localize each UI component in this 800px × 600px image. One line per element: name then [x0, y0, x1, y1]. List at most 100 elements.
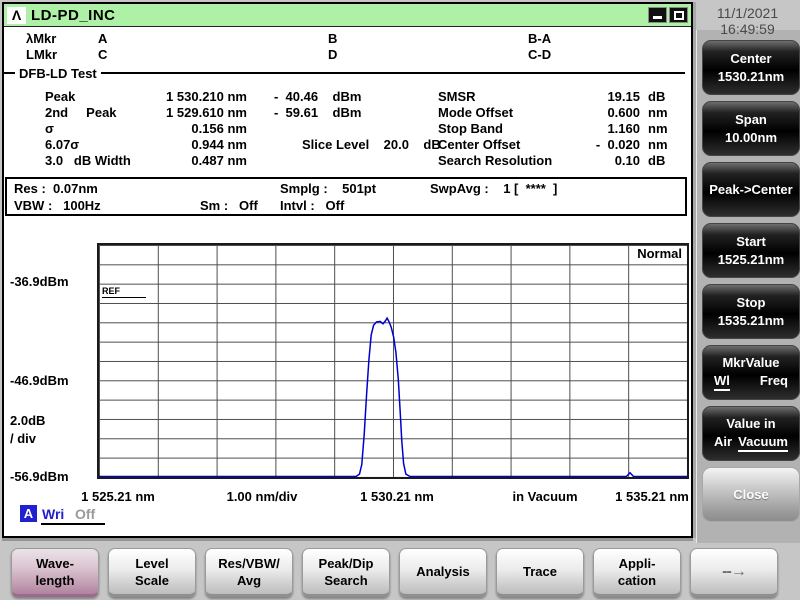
softkey-close[interactable]: Close: [702, 467, 800, 522]
marker-b-a-label: B-A: [528, 31, 552, 46]
y-axis-label-bottom: -56.9dBm: [10, 469, 69, 484]
result-row: SMSR 19.15 dB: [438, 89, 668, 105]
main-display-panel: Λ LD-PD_INC λMkr A B B-A LMkr C D C-D DF…: [2, 2, 693, 538]
fkey-application[interactable]: Appli- cation: [593, 548, 681, 597]
softkey-value: 1530.21nm: [717, 69, 785, 84]
fkey-res-vbw-avg[interactable]: Res/VBW/ Avg: [205, 548, 293, 597]
fkey-label: Avg: [236, 572, 262, 588]
analysis-results-left: Peak 1 530.210 nm - 40.46 dBm 2nd Peak 1 52…: [45, 89, 441, 169]
result-label: 6.07σ: [45, 137, 80, 152]
softkey-value: 10.00nm: [724, 130, 778, 145]
minimize-button[interactable]: [648, 7, 667, 23]
fkey-wavelength[interactable]: Wave- length: [11, 548, 99, 597]
result-label: Mode Offset: [438, 105, 514, 120]
softkey-label: Close: [733, 487, 769, 502]
result-label: Peak: [45, 89, 76, 104]
result-row: 3.0 dB Width 0.487 nm: [45, 153, 441, 169]
softkey-peak-to-center[interactable]: Peak->Center: [702, 162, 800, 217]
fkey-more-pages[interactable]: --→: [690, 542, 784, 597]
result-unit: dB: [648, 89, 666, 104]
option-wavelength[interactable]: Wl: [714, 373, 730, 391]
maximize-button[interactable]: [669, 7, 688, 23]
marker-d-label: D: [328, 47, 338, 62]
analysis-title: DFB-LD Test: [19, 65, 97, 81]
result-label: Stop Band: [438, 121, 503, 136]
result-label: 2nd Peak: [45, 105, 117, 120]
minimize-icon: [653, 16, 662, 19]
analysis-results-right: SMSR 19.15 dB Mode Offset 0.600 nm Stop Band…: [438, 89, 668, 169]
softkey-label: Span: [735, 112, 767, 127]
fkey-label: Level: [135, 555, 169, 571]
option-frequency[interactable]: Freq: [760, 373, 788, 391]
x-axis-center-label: 1 530.21 nm: [360, 489, 434, 504]
spectrum-plot-area: Normal REF: [97, 243, 689, 479]
result-row: Stop Band 1.160 nm: [438, 121, 668, 137]
result-extra: - 59.61 dBm: [274, 105, 362, 120]
result-label: 3.0 dB Width: [45, 153, 131, 168]
trace-a-badge[interactable]: A: [20, 505, 37, 522]
softkey-value: 1535.21nm: [717, 313, 785, 328]
fkey-label: Scale: [135, 572, 169, 588]
function-key-row: Wave- length Level Scale Res/VBW/ Avg Pe…: [11, 542, 784, 597]
softkey-label: MkrValue: [722, 354, 780, 370]
time-label: 16:49:59: [720, 21, 775, 37]
lambda-marker-label: λMkr: [26, 31, 57, 46]
result-value: 0.10: [614, 153, 640, 168]
ref-level-marker: REF: [102, 286, 146, 298]
result-value: 1.160: [607, 121, 640, 136]
softkey-center[interactable]: Center 1530.21nm: [702, 40, 800, 95]
softkey-value-in[interactable]: Value in Air Vacuum: [702, 406, 800, 461]
fkey-label: Trace: [523, 564, 557, 579]
app-lambda-icon: Λ: [7, 6, 26, 24]
softkey-label: Peak->Center: [709, 182, 793, 197]
softkey-stop[interactable]: Stop 1535.21nm: [702, 284, 800, 339]
result-unit: dB: [648, 153, 666, 168]
osa-screen: 11/1/2021 16:49:59 Λ LD-PD_INC λMkr A B …: [0, 0, 800, 600]
result-value: 19.15: [607, 89, 640, 104]
spectrum-trace-svg: [99, 316, 687, 477]
trace-status-underline: [41, 523, 105, 525]
level-marker-label: LMkr: [26, 47, 58, 62]
softkey-column: Center 1530.21nm Span 10.00nm Peak->Cent…: [702, 40, 800, 522]
result-unit: nm: [648, 121, 668, 136]
option-air[interactable]: Air: [714, 434, 732, 452]
softkey-label: Value in: [726, 415, 776, 431]
softkey-label: Center: [730, 51, 772, 66]
fkey-label: Appli-: [618, 555, 656, 571]
x-axis-start-label: 1 525.21 nm: [81, 489, 155, 504]
softkey-marker-value[interactable]: MkrValue Wl Freq: [702, 345, 800, 400]
result-value: 0.487 nm: [191, 153, 247, 168]
datetime-display: 11/1/2021 16:49:59: [695, 5, 800, 37]
result-label: SMSR: [438, 89, 476, 104]
sampling-setting: Smplg : 501pt: [280, 181, 377, 196]
y-axis-label-top: -36.9dBm: [10, 274, 69, 289]
result-row: Peak 1 530.210 nm - 40.46 dBm: [45, 89, 441, 105]
result-row: Mode Offset 0.600 nm: [438, 105, 668, 121]
result-label: Search Resolution: [438, 153, 553, 168]
fkey-label: Peak/Dip: [318, 555, 374, 571]
result-value: 1 529.610 nm: [166, 105, 247, 120]
trace-off-label[interactable]: Off: [75, 506, 95, 522]
option-vacuum[interactable]: Vacuum: [738, 434, 788, 452]
result-value: 0.944 nm: [191, 137, 247, 152]
fkey-label: cation: [617, 572, 657, 588]
fkey-level-scale[interactable]: Level Scale: [108, 548, 196, 597]
fkey-trace[interactable]: Trace: [496, 548, 584, 597]
result-value: 0.600: [607, 105, 640, 120]
trace-write-label[interactable]: Wri: [42, 506, 64, 522]
fkey-label: length: [35, 572, 75, 588]
result-extra: Slice Level 20.0 dB: [302, 137, 441, 152]
softkey-label: Start: [736, 234, 766, 249]
fkey-peak-dip-search[interactable]: Peak/Dip Search: [302, 548, 390, 597]
result-value: - 0.020: [595, 137, 640, 152]
result-row: σ 0.156 nm: [45, 121, 441, 137]
sweep-settings-box: Res : 0.07nm Smplg : 501pt SwpAvg : 1 [ …: [5, 177, 687, 216]
y-axis-label-mid: -46.9dBm: [10, 373, 69, 388]
legend-rule-right: [100, 72, 685, 74]
window-title: LD-PD_INC: [31, 6, 116, 24]
fkey-analysis[interactable]: Analysis: [399, 548, 487, 597]
softkey-start[interactable]: Start 1525.21nm: [702, 223, 800, 278]
y-scale-unit-label: / div: [10, 431, 37, 446]
softkey-span[interactable]: Span 10.00nm: [702, 101, 800, 156]
x-axis-stop-label: 1 535.21 nm: [615, 489, 689, 504]
